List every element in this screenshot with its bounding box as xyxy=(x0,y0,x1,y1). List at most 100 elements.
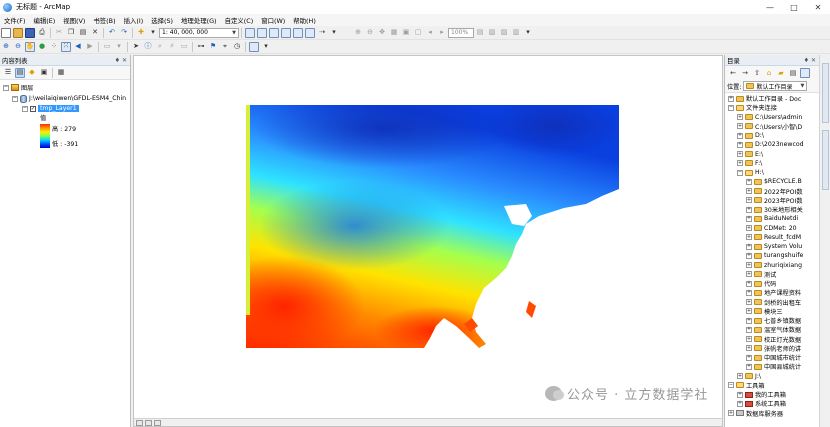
catalog-window-icon[interactable] xyxy=(269,27,279,38)
layout-full-extent-icon[interactable]: ▦ xyxy=(389,28,399,38)
expand-icon[interactable]: + xyxy=(737,400,743,407)
catalog-options-icon[interactable] xyxy=(800,68,810,78)
collapse-icon[interactable]: − xyxy=(22,105,28,112)
create-viewer-window-icon[interactable] xyxy=(249,41,259,52)
up-one-level-icon[interactable]: ⇧ xyxy=(752,68,762,78)
tools-options-icon[interactable]: ▾ xyxy=(261,42,271,52)
catalog-item[interactable]: − 文件夹连接 xyxy=(728,103,777,112)
connect-folder-icon[interactable]: ▰ xyxy=(776,68,786,78)
fixed-zoom-out-icon[interactable]: ⁙ xyxy=(61,41,71,52)
expand-icon[interactable]: + xyxy=(746,243,752,250)
model-builder-icon[interactable]: ⇢ xyxy=(317,28,327,38)
expand-icon[interactable]: + xyxy=(746,289,752,296)
catalog-item[interactable]: + 中国县城统计 xyxy=(746,362,801,371)
map-scale-combo[interactable]: 1: 40, 000, 000 ▼ xyxy=(159,27,239,38)
expand-icon[interactable]: + xyxy=(737,391,743,398)
go-back-icon[interactable]: ◀ xyxy=(73,42,83,52)
expand-icon[interactable]: + xyxy=(746,215,752,222)
expand-icon[interactable]: + xyxy=(746,262,752,268)
copy-icon[interactable]: ❐ xyxy=(66,28,76,38)
catalog-item[interactable]: + BaiduNetdi xyxy=(746,214,798,223)
catalog-item[interactable]: + D:\ xyxy=(737,131,764,140)
catalog-item[interactable]: + 剑桥的出租车 xyxy=(746,298,801,307)
view-options-icon[interactable]: ▤ xyxy=(788,68,798,78)
menu-selection[interactable]: 选择(S) xyxy=(147,16,177,25)
focus-data-frame-icon[interactable]: ▧ xyxy=(487,28,497,38)
home-icon[interactable]: ⌂ xyxy=(764,68,774,78)
select-features-icon[interactable]: ▭ xyxy=(102,42,112,52)
catalog-item[interactable]: + F:\ xyxy=(737,159,762,168)
expand-icon[interactable]: + xyxy=(746,299,752,305)
expand-icon[interactable]: + xyxy=(737,151,743,157)
expand-icon[interactable]: + xyxy=(737,141,743,148)
layout-zoom-in-icon[interactable]: ⊕ xyxy=(353,28,363,38)
collapse-icon[interactable]: − xyxy=(728,382,734,389)
expand-icon[interactable]: + xyxy=(737,160,743,167)
catalog-item[interactable]: + CDMet: 20 xyxy=(746,224,797,233)
catalog-item[interactable]: + E:\ xyxy=(737,150,763,159)
catalog-item[interactable]: +30米地形相关 xyxy=(746,205,803,214)
catalog-item[interactable]: + Result_fcdM xyxy=(746,233,801,242)
catalog-item[interactable]: +2023年POI数 xyxy=(746,196,803,205)
layout-options-icon[interactable]: ▾ xyxy=(523,28,533,38)
search-window-icon[interactable] xyxy=(281,27,291,38)
identify-icon[interactable]: ⓘ xyxy=(143,42,153,52)
menu-customize[interactable]: 自定义(C) xyxy=(221,16,258,25)
list-by-drawing-order-icon[interactable]: ☰ xyxy=(3,68,13,78)
toc-root-layers[interactable]: − 图层 xyxy=(3,83,33,92)
menu-geoprocessing[interactable]: 地理处理(G) xyxy=(177,16,221,25)
menu-bookmarks[interactable]: 书签(B) xyxy=(89,16,119,25)
list-by-visibility-icon[interactable]: ◆ xyxy=(27,68,37,78)
catalog-item[interactable]: + zhuriqixiang xyxy=(746,261,802,270)
data-driven-pages-icon[interactable]: ▥ xyxy=(511,28,521,38)
expand-icon[interactable]: + xyxy=(746,308,752,315)
print-icon[interactable]: ⎙ xyxy=(37,28,47,38)
layout-pan-icon[interactable]: ✥ xyxy=(377,28,387,38)
expand-icon[interactable]: + xyxy=(737,114,743,120)
full-extent-icon[interactable]: ● xyxy=(37,42,47,52)
collapse-icon[interactable]: − xyxy=(3,84,9,91)
cut-icon[interactable]: ✂ xyxy=(54,28,64,38)
expand-icon[interactable]: + xyxy=(746,280,752,287)
catalog-item[interactable]: + C:\Users\admin xyxy=(737,113,802,122)
catalog-item[interactable]: + $RECYCLE.B xyxy=(746,177,802,186)
expand-icon[interactable]: + xyxy=(746,345,752,352)
table-of-contents-icon[interactable] xyxy=(257,27,267,38)
expand-icon[interactable]: + xyxy=(746,178,752,185)
editor-toolbar-icon[interactable] xyxy=(245,27,255,38)
layer-name[interactable]: tmp_Layer1 xyxy=(38,105,79,112)
fixed-zoom-in-icon[interactable]: ⁘ xyxy=(49,42,59,52)
catalog-item[interactable]: + 七普乡镇数据 xyxy=(746,316,801,325)
delete-icon[interactable]: ✕ xyxy=(90,28,100,38)
add-data-icon[interactable]: ✚ xyxy=(136,28,146,38)
expand-icon[interactable]: + xyxy=(746,354,752,361)
catalog-item[interactable]: + 校正灯光数据 xyxy=(746,335,801,344)
catalog-item[interactable]: + D:\2023newcod xyxy=(737,140,804,149)
catalog-item[interactable]: + 测试 xyxy=(746,270,776,279)
layout-next-extent-icon[interactable]: ▸ xyxy=(437,28,447,38)
save-icon[interactable] xyxy=(25,27,35,38)
expand-icon[interactable]: + xyxy=(737,123,743,130)
expand-icon[interactable]: + xyxy=(746,197,752,204)
expand-icon[interactable]: + xyxy=(746,271,752,278)
expand-icon[interactable]: + xyxy=(746,326,752,333)
expand-icon[interactable]: + xyxy=(746,252,752,259)
expand-icon[interactable]: + xyxy=(746,225,752,231)
layout-fixed-zoom-out-icon[interactable]: ▢ xyxy=(413,28,423,38)
html-popup-icon[interactable]: ▭ xyxy=(179,42,189,52)
catalog-item[interactable]: + 代码 xyxy=(746,279,776,288)
expand-icon[interactable]: + xyxy=(737,132,743,139)
catalog-item[interactable]: − 工具箱 xyxy=(728,381,765,390)
toolbar-options-icon[interactable]: ▾ xyxy=(329,28,339,38)
menu-insert[interactable]: 插入(I) xyxy=(120,16,148,25)
forward-icon[interactable]: → xyxy=(740,68,750,78)
toc-pin-close-icon[interactable]: ♦ ✕ xyxy=(115,57,130,64)
toc-layer-row[interactable]: − ✓ tmp_Layer1 xyxy=(22,104,79,113)
select-elements-icon[interactable]: ➤ xyxy=(131,42,141,52)
minimize-button[interactable]: — xyxy=(758,0,782,14)
collapse-icon[interactable]: − xyxy=(12,95,18,102)
find-icon[interactable]: ⌕ xyxy=(155,42,165,52)
expand-icon[interactable]: + xyxy=(746,234,752,241)
catalog-item[interactable]: + J:\ xyxy=(737,372,761,381)
layer-visibility-checkbox[interactable]: ✓ xyxy=(30,105,36,112)
